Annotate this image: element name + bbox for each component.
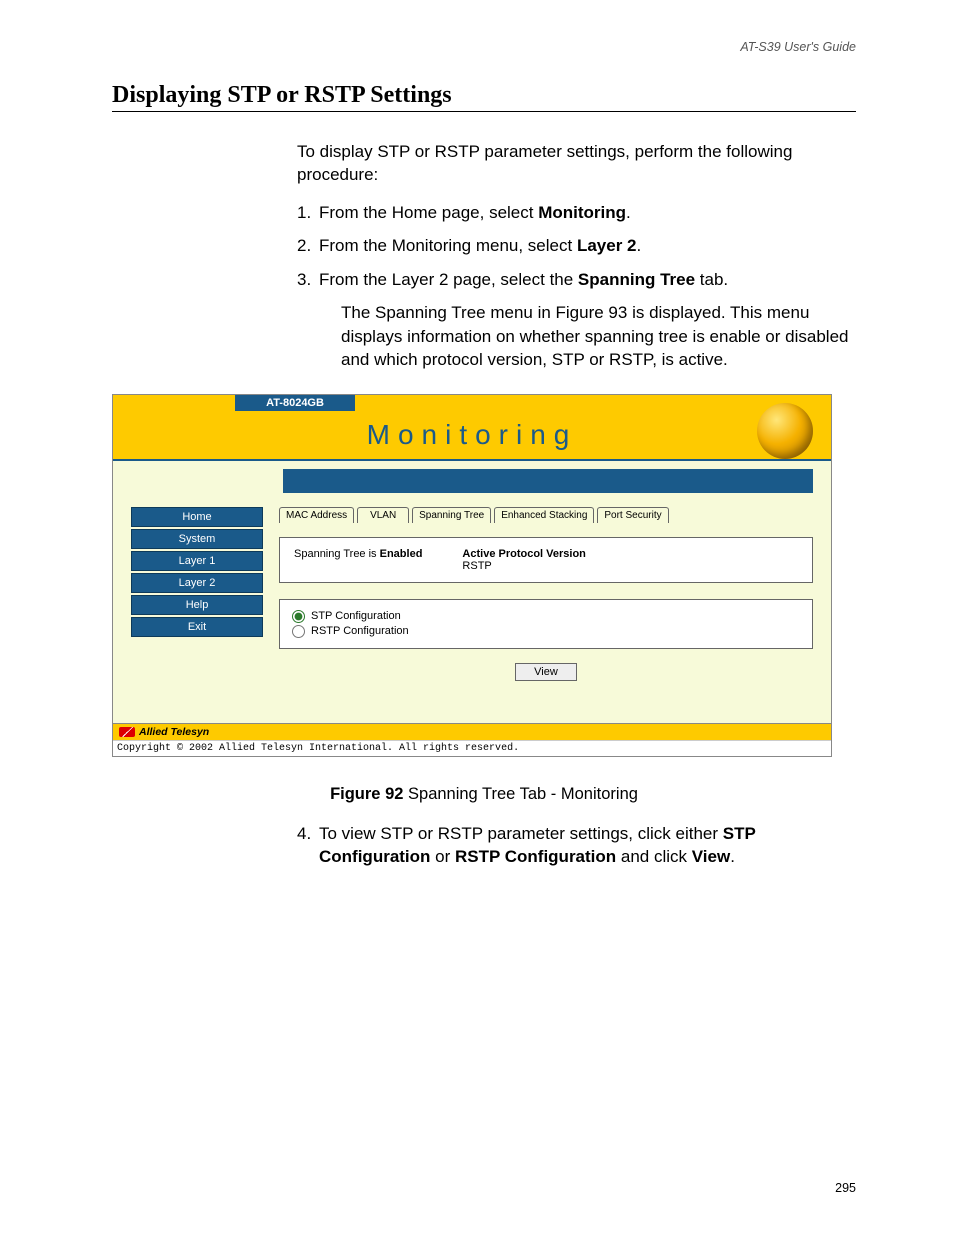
nav-system[interactable]: System <box>131 529 263 549</box>
step-4: 4. To view STP or RSTP parameter setting… <box>297 822 856 869</box>
copyright-text: Copyright © 2002 Allied Telesyn Internat… <box>113 740 831 756</box>
radio-rstp-config[interactable]: RSTP Configuration <box>292 625 800 638</box>
side-nav: Home System Layer 1 Layer 2 Help Exit <box>131 507 263 715</box>
nav-help[interactable]: Help <box>131 595 263 615</box>
tab-spanning-tree[interactable]: Spanning Tree <box>412 507 491 523</box>
tab-vlan[interactable]: VLAN <box>357 507 409 523</box>
page-title: Monitoring <box>113 419 831 451</box>
nav-exit[interactable]: Exit <box>131 617 263 637</box>
header-strip <box>283 469 813 493</box>
tab-port-security[interactable]: Port Security <box>597 507 668 523</box>
doc-header: AT-S39 User's Guide <box>112 40 856 54</box>
step-1: 1. From the Home page, select Monitoring… <box>297 201 856 224</box>
step-3: 3. From the Layer 2 page, select the Spa… <box>297 268 856 372</box>
step-3-desc: The Spanning Tree menu in Figure 93 is d… <box>341 301 856 371</box>
nav-layer2[interactable]: Layer 2 <box>131 573 263 593</box>
app-window: AT-8024GB Monitoring Home System Layer 1… <box>112 394 832 757</box>
globe-icon <box>757 403 813 459</box>
tab-mac-address[interactable]: MAC Address <box>279 507 354 523</box>
page-number: 295 <box>835 1181 856 1195</box>
radio-stp-config[interactable]: STP Configuration <box>292 610 800 623</box>
protocol-version: Active Protocol Version RSTP <box>462 548 585 572</box>
tab-row: MAC Address VLAN Spanning Tree Enhanced … <box>279 507 813 523</box>
config-radio-group: STP Configuration RSTP Configuration <box>279 599 813 649</box>
figure-caption: Figure 92 Spanning Tree Tab - Monitoring <box>112 785 856 804</box>
intro-text: To display STP or RSTP parameter setting… <box>297 140 856 187</box>
spanning-tree-status: Spanning Tree is Enabled <box>294 548 422 572</box>
status-panel: Spanning Tree is Enabled Active Protocol… <box>279 537 813 583</box>
app-footer-brand: Allied Telesyn <box>113 723 831 740</box>
model-label: AT-8024GB <box>235 395 355 411</box>
radio-stp-input[interactable] <box>292 610 305 623</box>
brand-logo-icon <box>119 727 135 737</box>
section-heading: Displaying STP or RSTP Settings <box>112 82 856 112</box>
step-2: 2. From the Monitoring menu, select Laye… <box>297 234 856 257</box>
tab-enhanced-stacking[interactable]: Enhanced Stacking <box>494 507 594 523</box>
view-button[interactable]: View <box>515 663 577 681</box>
nav-home[interactable]: Home <box>131 507 263 527</box>
radio-rstp-input[interactable] <box>292 625 305 638</box>
nav-layer1[interactable]: Layer 1 <box>131 551 263 571</box>
